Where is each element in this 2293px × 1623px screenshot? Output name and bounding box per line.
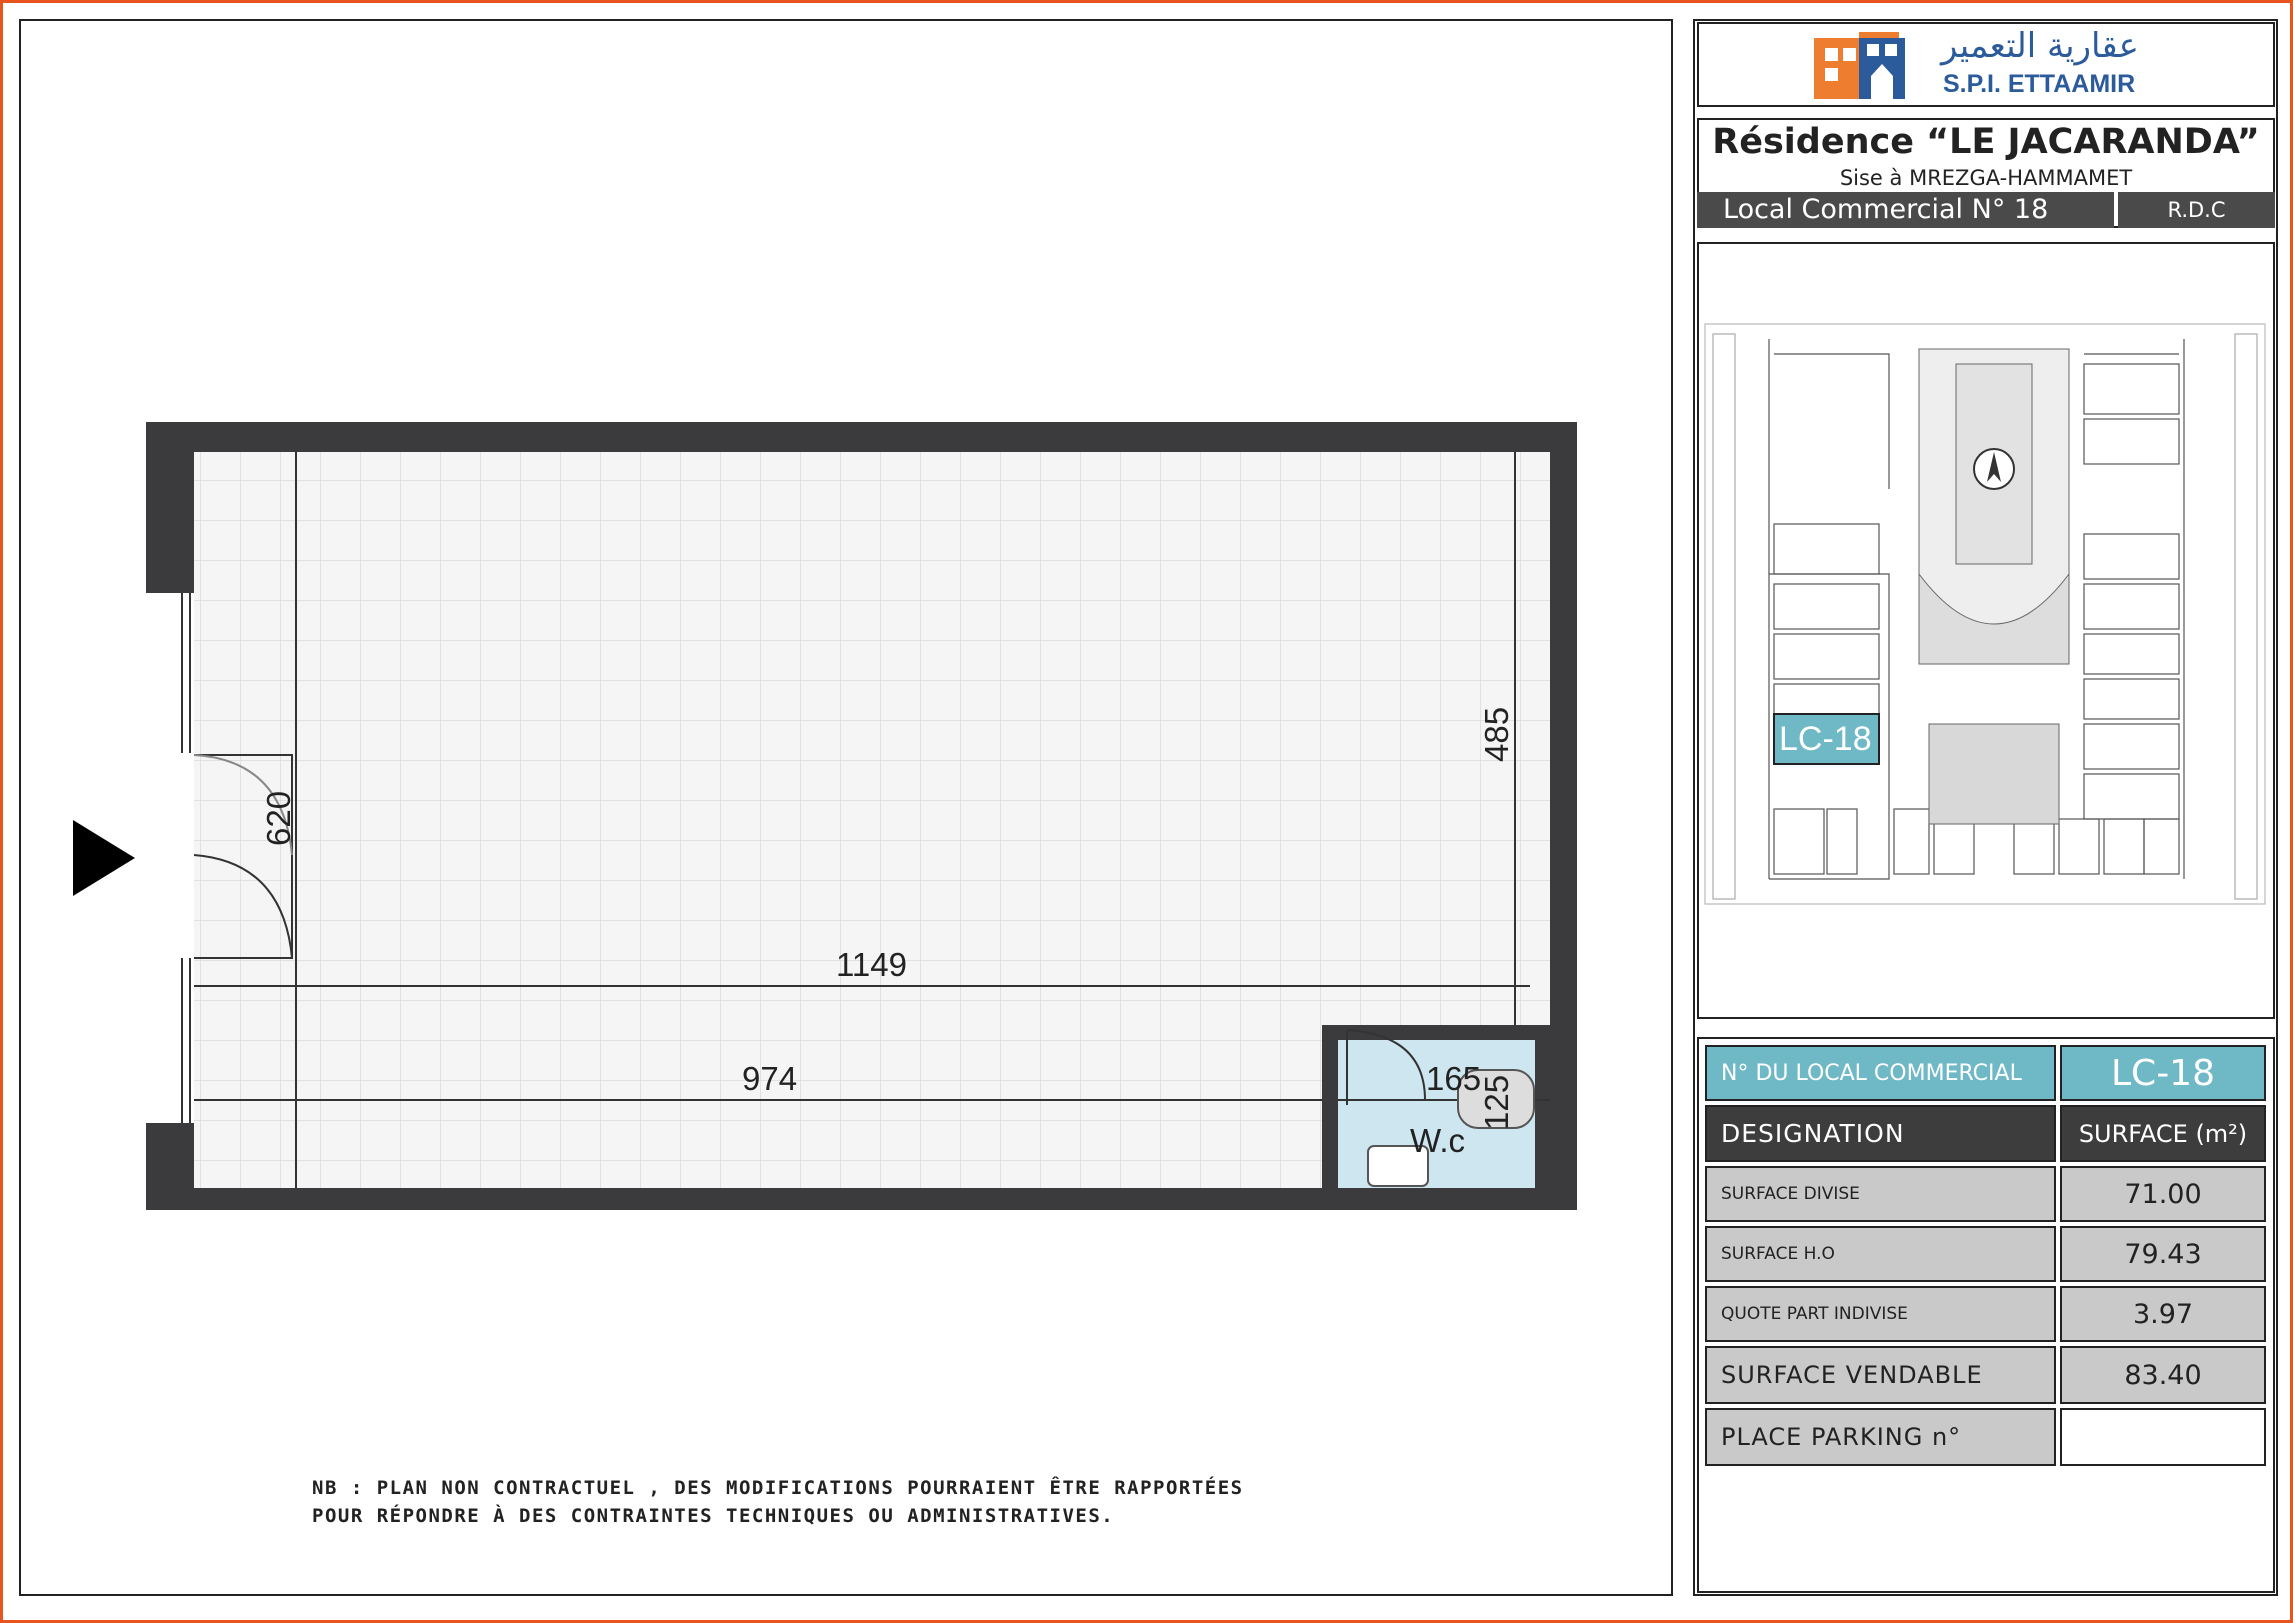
row-value-place-parking	[2060, 1408, 2266, 1466]
dim-door-width: 620	[260, 791, 297, 846]
floor-plan: 1149 974 620 485 165 125 W.c	[73, 422, 1577, 1210]
row-value-surface-ho: 79.43	[2060, 1226, 2266, 1282]
dim-partial-length: 974	[742, 1060, 797, 1097]
designation-header: DESIGNATION	[1705, 1105, 2056, 1162]
disclaimer-note: NB : PLAN NON CONTRACTUEL , DES MODIFICA…	[312, 1474, 1244, 1530]
local-label-bar: Local Commercial N° 18	[1697, 192, 2114, 228]
surface-header: SURFACE (m²)	[2060, 1105, 2266, 1162]
entrance-arrow-icon	[73, 820, 135, 896]
row-label-place-parking: PLACE PARKING n°	[1705, 1408, 2056, 1466]
surface-table: N° DU LOCAL COMMERCIAL LC-18 DESIGNATION…	[1697, 1037, 2275, 1593]
row-value-surface-divise: 71.00	[2060, 1166, 2266, 1222]
row-value-surface-vendable: 83.40	[2060, 1346, 2266, 1404]
wc-room-label: W.c	[1410, 1122, 1465, 1159]
row-label-surface-ho: SURFACE H.O	[1705, 1226, 2056, 1282]
residence-location: Sise à MREZGA-HAMMAMET	[1839, 166, 2133, 190]
lc-18-label: LC-18	[1779, 720, 1872, 758]
site-plan: LC-18	[1704, 323, 2266, 905]
local-number-value-cell: LC-18	[2060, 1045, 2266, 1101]
logo-panel: عقارية التعمير S.P.I. ETTAAMIR	[1697, 22, 2275, 107]
residence-title: Résidence “LE JACARANDA”	[1712, 122, 2260, 162]
row-value-quote-part: 3.97	[2060, 1286, 2266, 1342]
row-label-quote-part: QUOTE PART INDIVISE	[1705, 1286, 2056, 1342]
note-line-1: NB : PLAN NON CONTRACTUEL , DES MODIFICA…	[312, 1477, 1244, 1499]
level-label-bar: R.D.C	[2118, 192, 2275, 228]
company-latin-name: S.P.I. ETTAAMIR	[1943, 70, 2136, 98]
company-arabic-name: عقارية التعمير	[1941, 26, 2139, 66]
row-label-surface-vendable: SURFACE VENDABLE	[1705, 1346, 2056, 1404]
dim-depth: 485	[1478, 707, 1515, 762]
row-label-surface-divise: SURFACE DIVISE	[1705, 1166, 2056, 1222]
site-plan-panel: LC-18	[1697, 242, 2275, 1019]
dim-wc-depth: 125	[1478, 1075, 1515, 1130]
dim-total-length: 1149	[836, 946, 907, 983]
local-number-label-cell: N° DU LOCAL COMMERCIAL	[1705, 1045, 2056, 1101]
dim-wc-width: 165	[1426, 1060, 1481, 1097]
note-line-2: POUR RÉPONDRE À DES CONTRAINTES TECHNIQU…	[312, 1505, 1115, 1527]
